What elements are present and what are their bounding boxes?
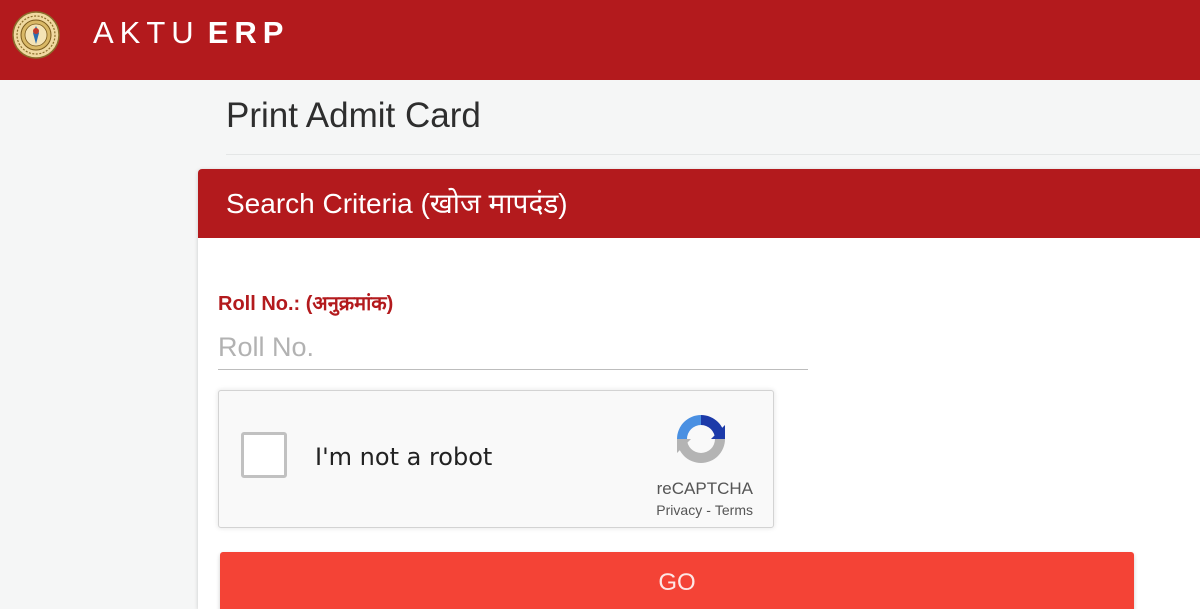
recaptcha-label: I'm not a robot xyxy=(315,443,493,471)
recaptcha-checkbox[interactable] xyxy=(241,432,287,478)
roll-number-input[interactable] xyxy=(218,325,808,370)
page-title: Print Admit Card xyxy=(226,96,481,135)
recaptcha-links: Privacy - Terms xyxy=(656,502,753,518)
recaptcha-widget: I'm not a robot reCAPTCHA Privacy - Terms xyxy=(218,390,774,528)
panel-heading: Search Criteria (खोज मापदंड) xyxy=(198,169,1200,238)
recaptcha-link-separator: - xyxy=(706,502,711,518)
brand-prefix: AKTU xyxy=(93,15,200,50)
recaptcha-logo-icon xyxy=(677,415,725,463)
recaptcha-terms-link[interactable]: Terms xyxy=(715,502,753,518)
app-brand[interactable]: AKTU ERP xyxy=(93,14,289,52)
title-divider xyxy=(226,154,1200,155)
university-seal-icon[interactable] xyxy=(12,11,60,59)
top-navbar: AKTU ERP xyxy=(0,0,1200,80)
recaptcha-privacy-link[interactable]: Privacy xyxy=(656,502,702,518)
search-criteria-panel: Search Criteria (खोज मापदंड) Roll No.: (… xyxy=(198,169,1200,609)
roll-number-label: Roll No.: (अनुक्रमांक) xyxy=(218,293,394,315)
go-button[interactable]: GO xyxy=(220,552,1134,609)
recaptcha-brand: reCAPTCHA xyxy=(656,479,753,498)
brand-suffix: ERP xyxy=(207,15,290,50)
